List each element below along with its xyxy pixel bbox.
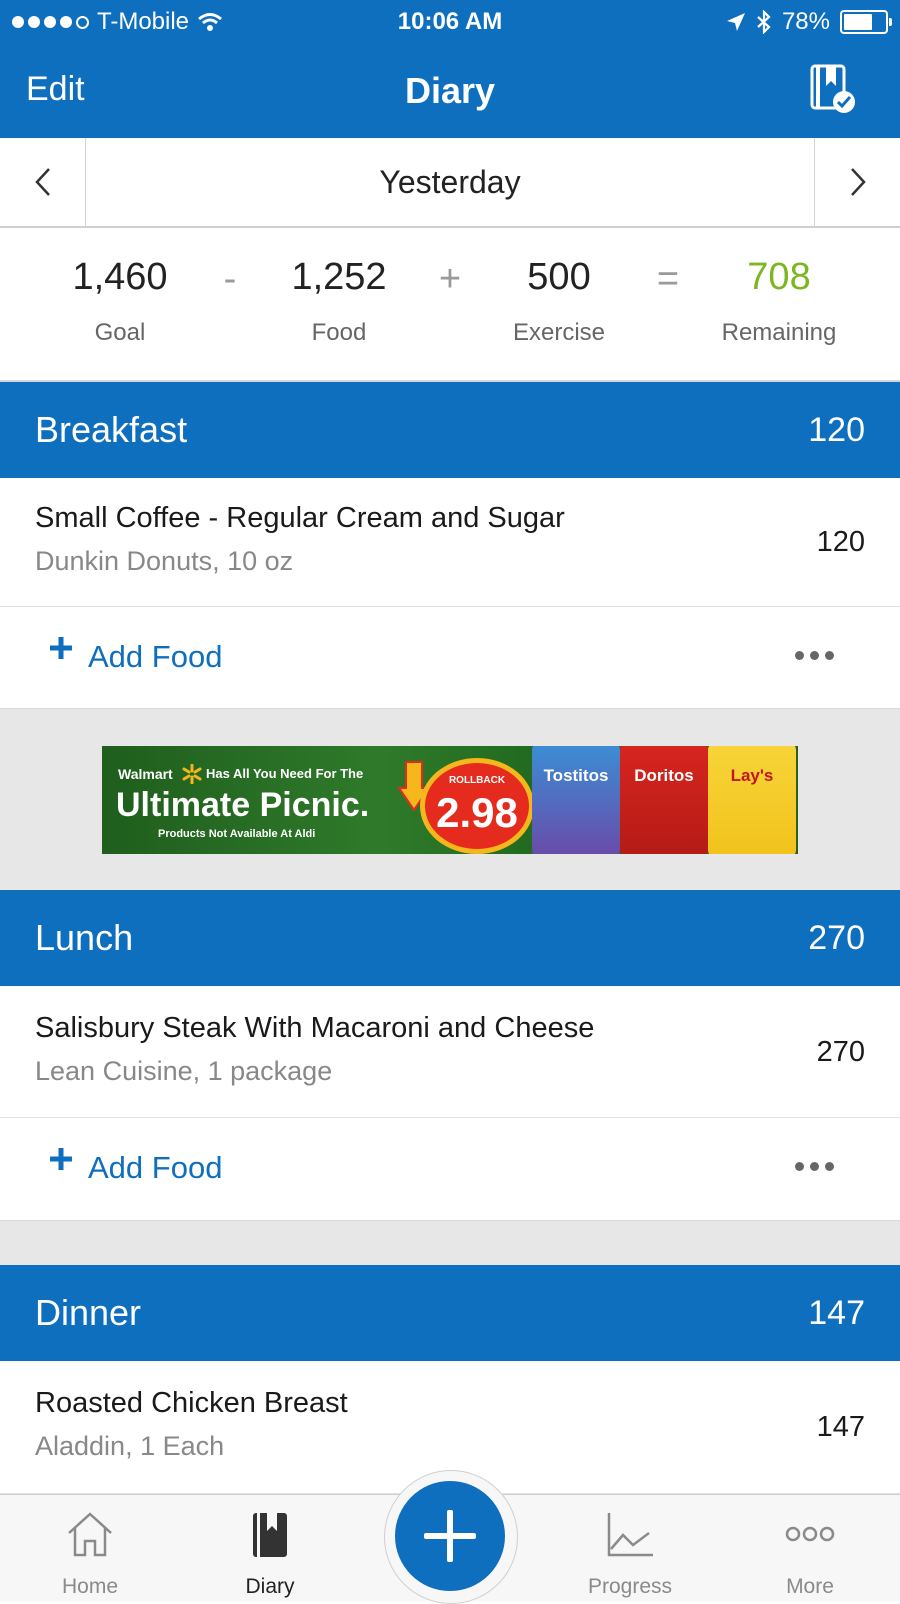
food-name: Roasted Chicken Breast — [35, 1387, 348, 1419]
ad-brand: Walmart — [118, 766, 173, 782]
goal-value: 1,460 — [72, 256, 168, 298]
tab-label: More — [786, 1575, 834, 1598]
date-selector: Yesterday — [0, 138, 900, 228]
bag-label: Doritos — [634, 766, 694, 785]
meal-header-breakfast[interactable]: Breakfast 120 — [0, 382, 900, 478]
food-value: 1,252 — [291, 256, 387, 298]
meal-name: Breakfast — [35, 409, 188, 450]
home-icon — [68, 1512, 112, 1557]
meal-header-lunch[interactable]: Lunch 270 — [0, 890, 900, 986]
location-arrow-icon — [726, 13, 745, 31]
page-title: Diary — [404, 70, 496, 111]
tab-home[interactable]: Home — [25, 1495, 155, 1601]
spark-icon — [182, 764, 202, 784]
food-description: Aladdin, 1 Each — [35, 1431, 225, 1461]
food-description: Dunkin Donuts, 10 oz — [35, 546, 294, 576]
chip-bag-doritos: Doritos — [620, 746, 708, 854]
meal-name: Dinner — [35, 1292, 142, 1333]
food-calories: 120 — [816, 526, 865, 558]
chip-bag-tostitos: Tostitos — [532, 746, 620, 854]
meal-name: Lunch — [35, 917, 134, 958]
food-entry[interactable]: Small Coffee - Regular Cream and Sugar D… — [0, 478, 900, 607]
goal-summary[interactable]: 1,460 Goal — [35, 256, 205, 347]
food-calories: 147 — [816, 1411, 865, 1443]
more-icon — [785, 1526, 835, 1542]
goal-label: Goal — [94, 319, 146, 346]
plus-icon[interactable] — [48, 1146, 74, 1172]
next-day-button[interactable] — [814, 138, 900, 226]
bluetooth-icon — [757, 10, 771, 34]
chip-bag-lays: Lay's — [708, 746, 796, 854]
ad-banner[interactable]: Walmart Has All You Need For The Ultimat… — [102, 746, 798, 854]
more-options-icon[interactable] — [795, 651, 834, 660]
quick-add-button[interactable] — [395, 1481, 505, 1591]
add-food-row-lunch: Add Food — [0, 1118, 900, 1218]
tab-diary[interactable]: Diary — [205, 1495, 335, 1601]
food-label: Food — [311, 319, 367, 346]
minus-operator: - — [223, 258, 237, 300]
add-food-button[interactable]: Add Food — [88, 639, 222, 675]
date-label[interactable]: Yesterday — [85, 138, 815, 226]
meal-header-dinner[interactable]: Dinner 147 — [0, 1265, 900, 1361]
diary-check-icon[interactable] — [810, 64, 856, 114]
equals-operator: = — [656, 258, 680, 300]
rollback-label: ROLLBACK — [448, 775, 506, 786]
chevron-left-icon — [34, 168, 50, 196]
meal-calories: 270 — [808, 919, 865, 957]
bag-label: Tostitos — [543, 766, 609, 785]
tab-label: Progress — [587, 1575, 673, 1598]
progress-chart-icon — [607, 1513, 653, 1557]
tab-label: Diary — [245, 1575, 295, 1598]
calorie-summary: 1,460 Goal - 1,252 Food + 500 Exercise =… — [0, 228, 900, 382]
ad-tagline: Has All You Need For The — [206, 766, 364, 781]
add-food-row-breakfast: Add Food — [0, 607, 900, 707]
status-bar: T-Mobile 10:06 AM 78% — [0, 0, 900, 46]
meal-calories: 120 — [808, 411, 865, 449]
remaining-label: Remaining — [721, 319, 837, 346]
tab-more[interactable]: More — [745, 1495, 875, 1601]
food-calories: 270 — [816, 1036, 865, 1068]
meal-calories: 147 — [808, 1294, 865, 1332]
food-description: Lean Cuisine, 1 package — [35, 1056, 333, 1086]
exercise-summary[interactable]: 500 Exercise — [474, 256, 644, 347]
food-entry[interactable]: Salisbury Steak With Macaroni and Cheese… — [0, 986, 900, 1118]
more-options-icon[interactable] — [795, 1162, 834, 1171]
battery-percent: 78% — [781, 8, 830, 35]
tab-label: Home — [61, 1575, 119, 1598]
exercise-value: 500 — [527, 256, 591, 298]
tab-progress[interactable]: Progress — [565, 1495, 695, 1601]
diary-icon — [253, 1513, 287, 1557]
price-label: 2.98 — [436, 789, 518, 836]
plus-icon[interactable] — [48, 635, 74, 661]
food-summary[interactable]: 1,252 Food — [254, 256, 424, 347]
remaining-summary[interactable]: 708 Remaining — [694, 256, 864, 347]
status-right: 78% — [726, 8, 892, 36]
top-bar: T-Mobile 10:06 AM 78% Edit Diary — [0, 0, 900, 138]
add-food-button[interactable]: Add Food — [88, 1150, 222, 1186]
plus-operator: + — [438, 258, 462, 300]
remaining-value: 708 — [747, 256, 811, 298]
exercise-label: Exercise — [512, 319, 606, 346]
ad-fine-print: Products Not Available At Aldi — [158, 828, 316, 840]
bag-label: Lay's — [730, 766, 774, 785]
previous-day-button[interactable] — [0, 138, 86, 226]
price-badge: ROLLBACK 2.98 — [420, 758, 534, 854]
food-name: Small Coffee - Regular Cream and Sugar — [35, 502, 565, 534]
ad-headline: Ultimate Picnic. — [116, 786, 370, 824]
section-spacer — [0, 1220, 900, 1266]
battery-icon — [840, 10, 892, 34]
food-name: Salisbury Steak With Macaroni and Cheese — [35, 1012, 595, 1044]
chevron-right-icon — [850, 168, 866, 196]
